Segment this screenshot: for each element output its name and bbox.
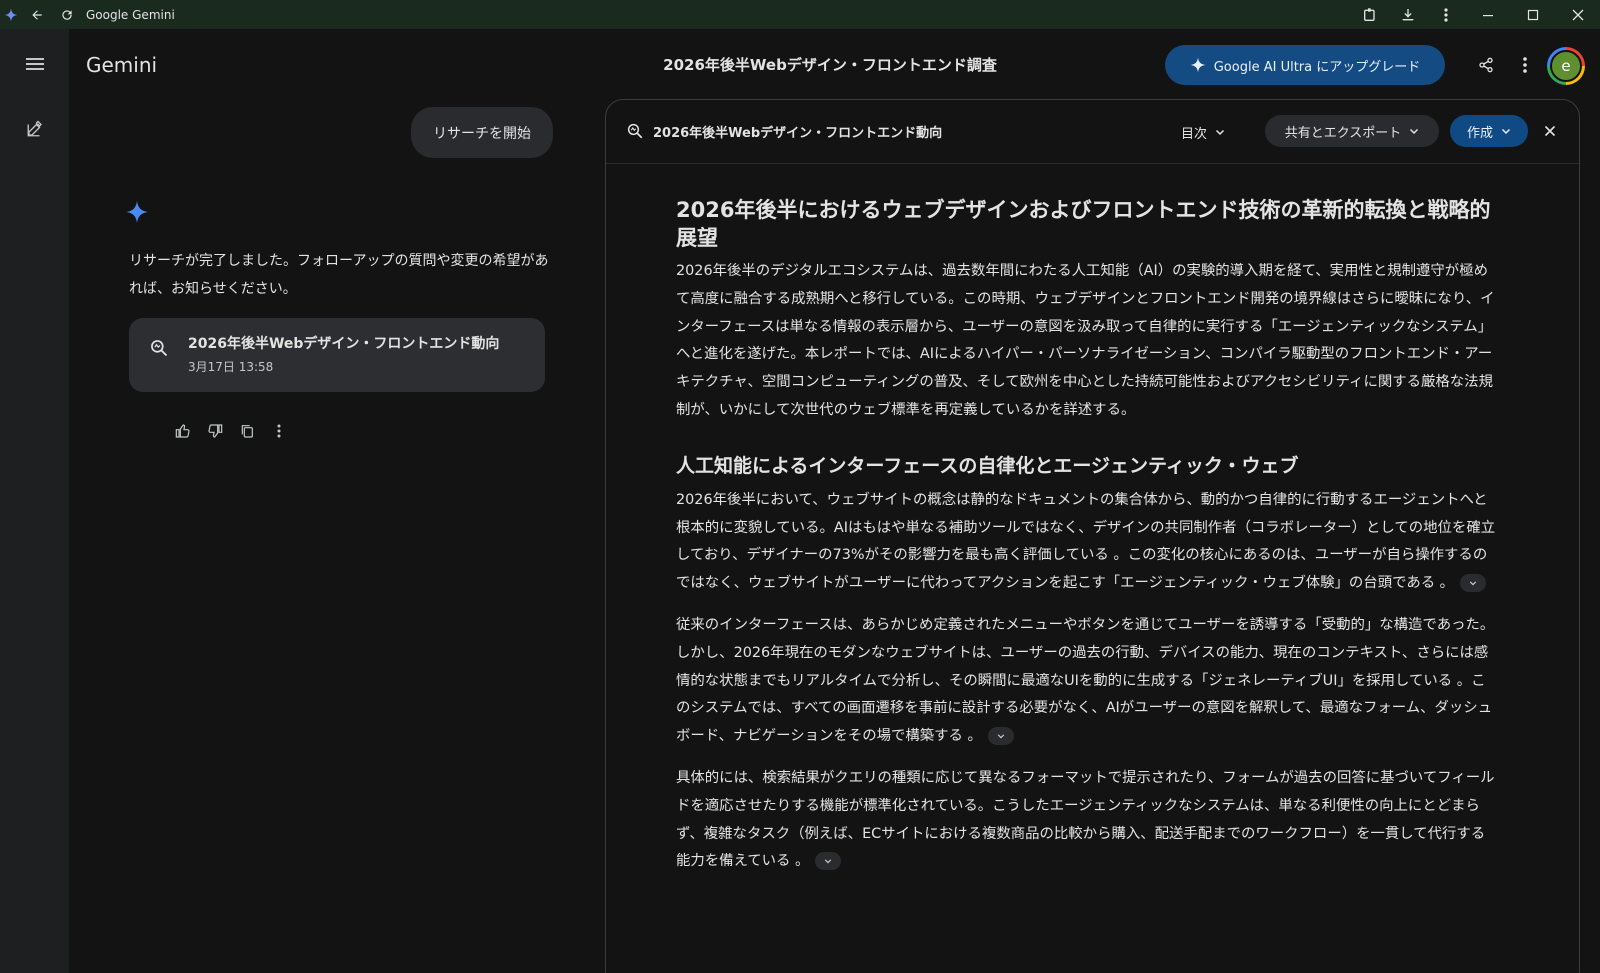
paragraph-text: 従来のインターフェースは、あらかじめ定義されたメニューやボタンを通じてユーザーを… [676, 616, 1495, 745]
paragraph-text: 2026年後半において、ウェブサイトの概念は静的なドキュメントの集合体から、動的… [676, 491, 1496, 592]
upgrade-button[interactable]: Google AI Ultra にアップグレード [1165, 45, 1445, 85]
more-vertical-icon[interactable] [1427, 0, 1465, 29]
research-document-panel: 2026年後半Webデザイン・フロントエンド動向 目次 共有とエクスポート 作成… [605, 99, 1580, 973]
reload-icon[interactable] [52, 0, 82, 29]
brand-name[interactable]: Gemini [86, 53, 157, 77]
chevron-down-icon [1215, 129, 1225, 136]
chevron-down-icon [1501, 128, 1511, 135]
document-heading: 2026年後半におけるウェブデザインおよびフロントエンド技術の革新的転換と戦略的… [676, 198, 1491, 250]
research-card-date: 3月17日 13:58 [188, 360, 274, 374]
close-icon[interactable] [1537, 118, 1563, 144]
paragraph-text: 具体的には、検索結果がクエリの種類に応じて異なるフォーマットで提示されたり、フォ… [676, 769, 1495, 870]
gemini-sparkle-icon [125, 200, 149, 228]
section-heading: 人工知能によるインターフェースの自律化とエージェンティック・ウェブ [676, 454, 1299, 477]
share-export-button[interactable]: 共有とエクスポート [1265, 115, 1439, 147]
create-label: 作成 [1466, 125, 1493, 141]
copy-icon[interactable] [234, 418, 260, 444]
document-body: 2026年後半におけるウェブデザインおよびフロントエンド技術の革新的転換と戦略的… [676, 196, 1498, 876]
section-paragraph: 具体的には、検索結果がクエリの種類に応じて異なるフォーマットで提示されたり、フォ… [676, 765, 1498, 876]
side-rail [0, 29, 69, 973]
toc-button[interactable]: 目次 [1173, 116, 1233, 148]
page-title[interactable]: 2026年後半Webデザイン・フロントエンド調査 [560, 54, 1100, 75]
research-icon [626, 122, 644, 144]
share-icon[interactable] [1468, 47, 1504, 83]
expand-source-icon[interactable] [815, 852, 842, 871]
share-export-label: 共有とエクスポート [1284, 125, 1402, 141]
download-icon[interactable] [1389, 0, 1427, 29]
create-button[interactable]: 作成 [1450, 115, 1528, 147]
minimize-icon[interactable] [1465, 0, 1510, 29]
expand-source-icon[interactable] [987, 727, 1014, 746]
section-paragraph: 2026年後半において、ウェブサイトの概念は静的なドキュメントの集合体から、動的… [676, 487, 1498, 598]
window-title: Google Gemini [86, 7, 175, 22]
user-message: リサーチを開始 [411, 107, 553, 158]
section-paragraph: 従来のインターフェースは、あらかじめ定義されたメニューやボタンを通じてユーザーを… [676, 612, 1498, 751]
thumbs-down-icon[interactable] [202, 418, 228, 444]
research-card[interactable]: 2026年後半Webデザイン・フロントエンド動向 3月17日 13:58 [129, 318, 545, 392]
response-actions [170, 418, 292, 444]
assistant-reply: リサーチが完了しました。フォローアップの質問や変更の希望があれば、お知らせくださ… [129, 253, 549, 297]
chevron-down-icon [1410, 128, 1419, 135]
research-card-title: 2026年後半Webデザイン・フロントエンド動向 [188, 336, 500, 352]
gemini-logo-icon [0, 0, 22, 29]
new-chat-icon[interactable] [17, 111, 53, 147]
window-titlebar: Google Gemini [0, 0, 1600, 29]
more-options-icon[interactable] [1507, 47, 1543, 83]
window-close-icon[interactable] [1555, 0, 1600, 29]
avatar-letter: e [1561, 57, 1571, 75]
document-title: 2026年後半Webデザイン・フロントエンド動向 [653, 126, 943, 141]
back-icon[interactable] [22, 0, 52, 29]
document-toolbar: 2026年後半Webデザイン・フロントエンド動向 目次 共有とエクスポート 作成 [606, 100, 1579, 164]
more-actions-icon[interactable] [266, 418, 292, 444]
thumbs-up-icon[interactable] [170, 418, 196, 444]
document-intro: 2026年後半のデジタルエコシステムは、過去数年間にわたる人工知能（AI）の実験… [676, 263, 1495, 418]
avatar[interactable]: e [1547, 47, 1585, 85]
extensions-icon[interactable] [1351, 0, 1389, 29]
toc-label: 目次 [1181, 126, 1208, 142]
research-icon [149, 338, 169, 362]
sparkle-icon [1190, 57, 1206, 73]
menu-icon[interactable] [17, 46, 53, 82]
maximize-icon[interactable] [1510, 0, 1555, 29]
expand-source-icon[interactable] [1460, 574, 1487, 593]
upgrade-label: Google AI Ultra にアップグレード [1213, 59, 1421, 75]
